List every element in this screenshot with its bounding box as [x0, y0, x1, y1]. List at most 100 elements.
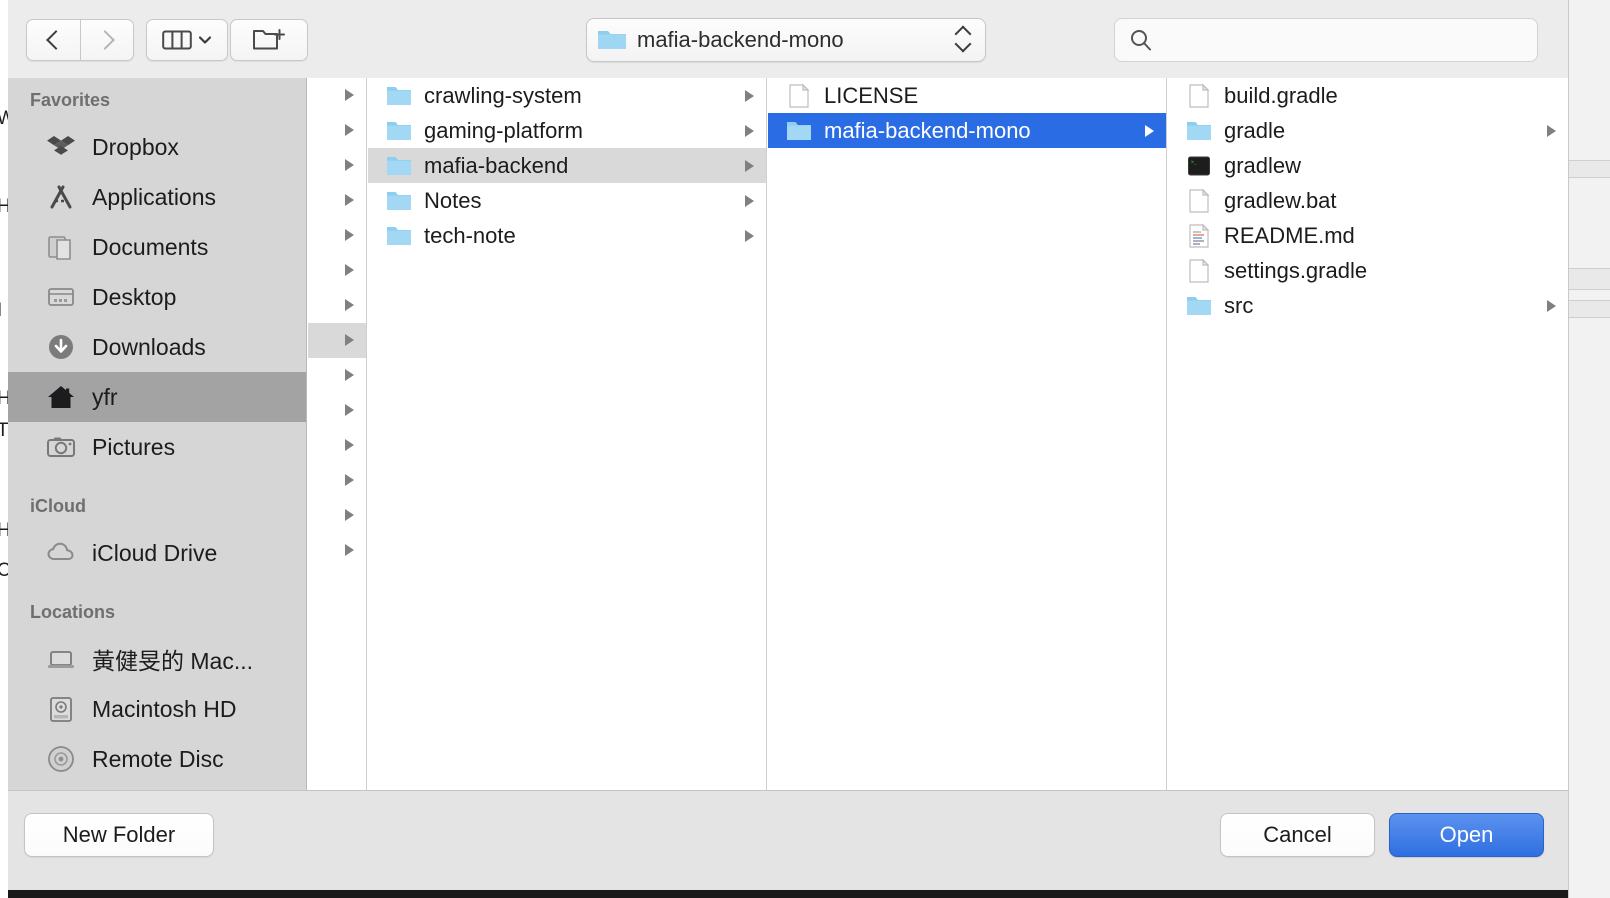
column-scrolled-partial[interactable] — [308, 78, 367, 790]
disclosure-triangle-icon[interactable] — [1145, 124, 1154, 137]
markdown-icon — [1189, 223, 1210, 248]
file-row[interactable]: build.gradle — [1168, 78, 1568, 113]
file-row[interactable]: Notes — [368, 183, 766, 218]
file-row-arrow-only[interactable] — [308, 358, 366, 393]
file-name: gradlew.bat — [1224, 187, 1337, 213]
file-row-arrow-only[interactable] — [308, 393, 366, 428]
forward-button[interactable] — [80, 19, 134, 61]
column-mafia-backend[interactable]: LICENSE mafia-backend-mono — [768, 78, 1167, 790]
column-mafia-backend-mono[interactable]: build.gradle gradle >_ gradlew gradlew.bat RE… — [1168, 78, 1568, 790]
folder-icon — [1187, 296, 1211, 315]
column-projects[interactable]: crawling-system gaming-platform mafia-back… — [368, 78, 767, 790]
sidebar-item-documents[interactable]: Documents — [8, 222, 306, 272]
chevron-left-icon — [45, 30, 66, 50]
file-row[interactable]: mafia-backend — [368, 148, 766, 183]
file-row-arrow-only[interactable] — [308, 218, 366, 253]
new-folder-icon — [253, 29, 285, 50]
sidebar-item-yfr[interactable]: yfr — [8, 372, 306, 422]
dialog-footer: New Folder Cancel Open — [8, 790, 1568, 890]
file-row[interactable]: mafia-backend-mono — [768, 113, 1166, 148]
disclosure-triangle-icon[interactable] — [345, 404, 354, 416]
file-row-arrow-only[interactable] — [308, 113, 366, 148]
downloads-icon — [49, 335, 73, 359]
sidebar-item-desktop[interactable]: Desktop — [8, 272, 306, 322]
disclosure-triangle-icon[interactable] — [345, 509, 354, 521]
sidebar-item-label: yfr — [92, 383, 118, 410]
path-popup-button[interactable]: mafia-backend-mono — [586, 18, 986, 62]
disclosure-triangle-icon[interactable] — [345, 544, 354, 556]
file-icon — [1189, 188, 1210, 213]
search-icon — [1131, 30, 1151, 51]
search-field[interactable] — [1114, 18, 1538, 62]
file-row[interactable]: gradle — [1168, 113, 1568, 148]
file-name: gradle — [1224, 117, 1286, 143]
sidebar-item-label: Downloads — [92, 333, 206, 360]
disclosure-triangle-icon[interactable] — [745, 229, 754, 242]
folder-icon — [598, 31, 626, 49]
disclosure-triangle-icon[interactable] — [345, 334, 354, 346]
new-folder-button[interactable]: New Folder — [24, 813, 214, 857]
disclosure-triangle-icon[interactable] — [345, 264, 354, 276]
sidebar-item-label: Remote Disc — [92, 745, 224, 772]
sidebar-item-macintosh-hd[interactable]: Macintosh HD — [8, 684, 306, 734]
laptop-icon — [48, 651, 74, 668]
file-row-arrow-only[interactable] — [308, 533, 366, 568]
harddisk-icon — [50, 697, 72, 722]
disclosure-triangle-icon[interactable] — [345, 369, 354, 381]
file-row-arrow-only[interactable] — [308, 148, 366, 183]
disclosure-triangle-icon[interactable] — [745, 194, 754, 207]
file-row-arrow-only[interactable] — [308, 253, 366, 288]
cancel-button[interactable]: Cancel — [1220, 813, 1375, 857]
disclosure-triangle-icon[interactable] — [345, 229, 354, 241]
sidebar-item-mac[interactable]: 黃健旻的 Mac... — [8, 634, 306, 684]
file-row-arrow-only[interactable] — [308, 323, 366, 358]
sidebar-item-remote-disc[interactable]: Remote Disc — [8, 734, 306, 784]
pictures-icon — [47, 437, 75, 457]
file-row[interactable]: LICENSE — [768, 78, 1166, 113]
file-row[interactable]: settings.gradle — [1168, 253, 1568, 288]
disclosure-triangle-icon[interactable] — [345, 89, 354, 101]
file-name: mafia-backend-mono — [824, 117, 1031, 143]
sidebar-item-pictures[interactable]: Pictures — [8, 422, 306, 472]
dialog-toolbar: mafia-backend-mono — [8, 0, 1568, 78]
svg-text:>_: >_ — [1191, 159, 1198, 165]
file-row-arrow-only[interactable] — [308, 428, 366, 463]
open-button[interactable]: Open — [1389, 813, 1544, 857]
disclosure-triangle-icon[interactable] — [1547, 299, 1556, 312]
sidebar-item-downloads[interactable]: Downloads — [8, 322, 306, 372]
disclosure-triangle-icon[interactable] — [1547, 124, 1556, 137]
chevron-right-icon — [95, 30, 115, 50]
disclosure-triangle-icon[interactable] — [345, 194, 354, 206]
file-row-arrow-only[interactable] — [308, 183, 366, 218]
new-folder-toolbar-button[interactable] — [230, 19, 308, 61]
disclosure-triangle-icon[interactable] — [345, 299, 354, 311]
disclosure-triangle-icon[interactable] — [745, 89, 754, 102]
disclosure-triangle-icon[interactable] — [345, 439, 354, 451]
search-input[interactable] — [1163, 28, 1523, 52]
view-mode-button[interactable] — [146, 19, 228, 61]
open-file-dialog: mafia-backend-mono Favorites Dropbox App… — [8, 0, 1568, 890]
sidebar-item-dropbox[interactable]: Dropbox — [8, 122, 306, 172]
file-row[interactable]: tech-note — [368, 218, 766, 253]
file-row-arrow-only[interactable] — [308, 463, 366, 498]
disclosure-triangle-icon[interactable] — [345, 474, 354, 486]
disclosure-triangle-icon[interactable] — [745, 159, 754, 172]
desktop-icon — [48, 288, 74, 306]
file-row-arrow-only[interactable] — [308, 498, 366, 533]
back-button[interactable] — [26, 19, 80, 61]
disclosure-triangle-icon[interactable] — [345, 124, 354, 136]
file-row[interactable]: gradlew.bat — [1168, 183, 1568, 218]
sidebar-item-applications[interactable]: Applications — [8, 172, 306, 222]
file-row[interactable]: src — [1168, 288, 1568, 323]
sidebar-item-label: Dropbox — [92, 133, 179, 160]
file-row[interactable]: >_ gradlew — [1168, 148, 1568, 183]
file-row-arrow-only[interactable] — [308, 288, 366, 323]
disclosure-triangle-icon[interactable] — [345, 159, 354, 171]
file-row[interactable]: crawling-system — [368, 78, 766, 113]
sidebar-item-icloud-drive[interactable]: iCloud Drive — [8, 528, 306, 578]
file-row[interactable]: gaming-platform — [368, 113, 766, 148]
disclosure-triangle-icon[interactable] — [745, 124, 754, 137]
file-row-arrow-only[interactable] — [308, 78, 366, 113]
sidebar-item-label: Pictures — [92, 433, 176, 460]
file-row[interactable]: README.md — [1168, 218, 1568, 253]
